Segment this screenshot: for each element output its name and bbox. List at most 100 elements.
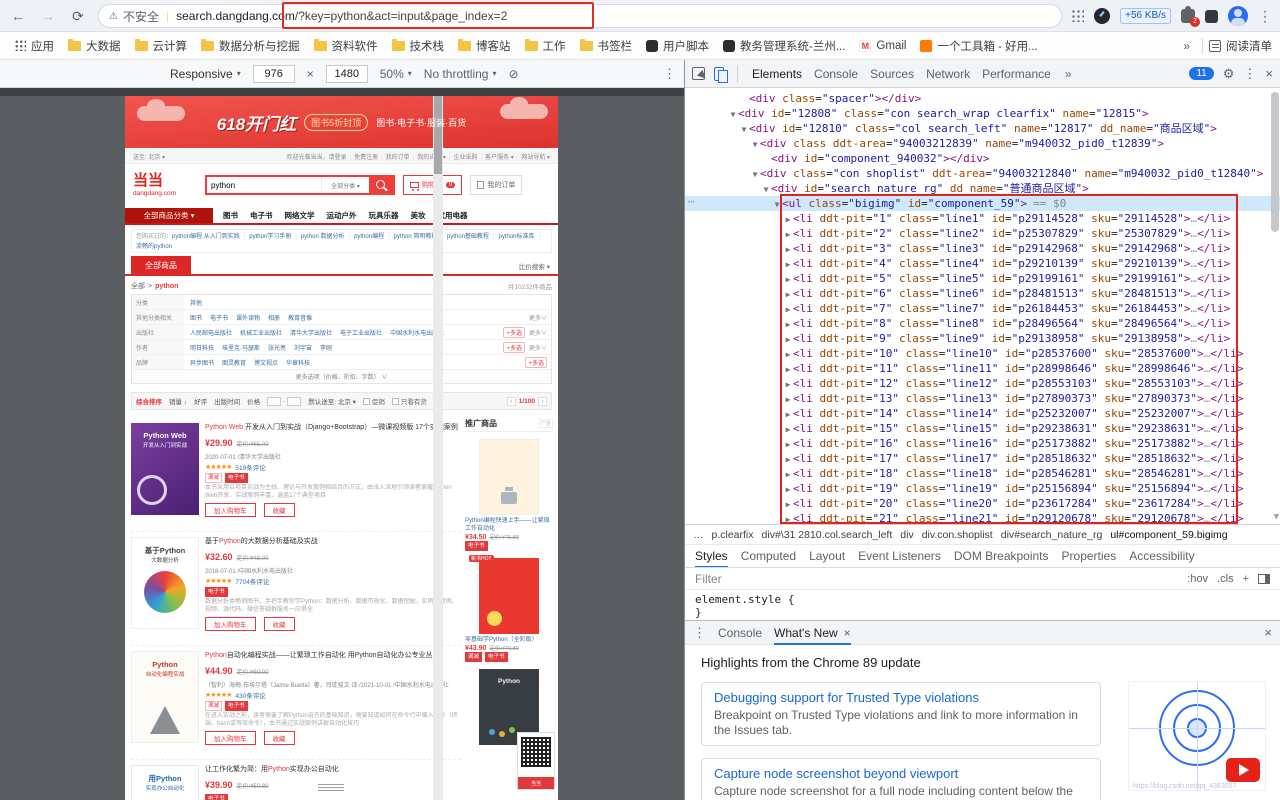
- sidebar-tab-styles[interactable]: Styles: [695, 544, 728, 568]
- dom-tree-node[interactable]: ▶<li ddt-pit="19" class="line19" id="p25…: [685, 481, 1280, 496]
- promoted-title-link[interactable]: Python编程快速上手——让繁琐工作自动化: [465, 517, 553, 533]
- history-link[interactable]: python编程: [349, 234, 385, 240]
- bookmark-item[interactable]: 用户脚本: [639, 35, 716, 57]
- location-selector[interactable]: 送至: 北京 ▾: [133, 152, 165, 161]
- nav-item[interactable]: 图书: [223, 210, 238, 221]
- qr-float-widget[interactable]: 当当: [517, 732, 555, 790]
- price-range-inputs[interactable]: -: [267, 397, 301, 406]
- expand-arrow[interactable]: ▼: [750, 167, 760, 182]
- multi-select-button[interactable]: +多选: [503, 342, 525, 353]
- extension-icon[interactable]: [1205, 10, 1218, 23]
- drawer-menu-icon[interactable]: ⋮: [693, 625, 706, 641]
- element-style-open[interactable]: element.style {: [695, 593, 1270, 606]
- multi-select-button[interactable]: +多选: [525, 357, 547, 368]
- bookmark-item[interactable]: 教务管理系统-兰州...: [716, 35, 852, 57]
- dom-tree-node[interactable]: ▶<li ddt-pit="7" class="line7" id="p2618…: [685, 301, 1280, 316]
- extensions-puzzle-icon[interactable]: 2: [1181, 9, 1195, 23]
- search-input[interactable]: [207, 177, 321, 193]
- issues-counter-badge[interactable]: 11: [1189, 67, 1213, 80]
- expand-arrow[interactable]: ▶: [783, 482, 793, 497]
- add-to-cart-button[interactable]: 加入购物车: [205, 503, 256, 517]
- address-bar[interactable]: ⚠ 不安全 | search.dangdang.com/?key=python&…: [98, 4, 1062, 28]
- product-title-link[interactable]: Python Web 开发从入门到实战（Django+Bootstrap）—微课…: [205, 423, 461, 432]
- expand-arrow[interactable]: ▼: [728, 107, 738, 122]
- dom-tree-node[interactable]: ▶<li ddt-pit="4" class="line4" id="p2921…: [685, 256, 1280, 271]
- class-toggle[interactable]: .cls: [1217, 573, 1234, 585]
- bookmark-item[interactable]: 大数据: [61, 35, 128, 57]
- security-chip[interactable]: 不安全: [123, 8, 159, 25]
- history-link[interactable]: python学习手册: [244, 234, 292, 240]
- expand-arrow[interactable]: ▶: [783, 257, 793, 272]
- utility-link[interactable]: 企业采购: [446, 152, 478, 161]
- bookmark-item[interactable]: 工作: [518, 35, 573, 57]
- search-button[interactable]: [369, 177, 393, 193]
- dom-tree-node[interactable]: ▶<li ddt-pit="8" class="line8" id="p2849…: [685, 316, 1280, 331]
- video-thumbnail[interactable]: https://blog.csdn.net/qq_4363657: [1128, 681, 1266, 791]
- promoted-item[interactable]: Python编程快速上手——让繁琐工作自动化¥34.50定价:¥75.80电子书: [465, 439, 553, 551]
- filter-option[interactable]: 人民邮电出版社: [190, 328, 232, 337]
- add-to-cart-button[interactable]: 加入购物车: [205, 617, 256, 631]
- filter-option[interactable]: 刘宇宙: [294, 343, 312, 352]
- more-panels-chevron[interactable]: »: [1065, 67, 1072, 81]
- expand-arrow[interactable]: ▼: [772, 197, 782, 212]
- filter-option[interactable]: 博文视点: [254, 358, 278, 367]
- expand-arrow[interactable]: ▶: [783, 287, 793, 302]
- device-type-select[interactable]: Responsive▾: [170, 67, 241, 81]
- dom-tree-node[interactable]: ▼<div id="12810" class="col search_left"…: [685, 121, 1280, 136]
- device-height-input[interactable]: 1480: [326, 65, 368, 83]
- filter-option[interactable]: 相册: [268, 313, 280, 322]
- promoted-cover[interactable]: [479, 558, 539, 634]
- panel-layout-icon[interactable]: [1258, 574, 1270, 584]
- comments-link[interactable]: 519条评论: [235, 462, 265, 472]
- expand-arrow[interactable]: ▶: [783, 512, 793, 524]
- favorite-button[interactable]: 收藏: [264, 617, 295, 631]
- bookmark-item[interactable]: 技术栈: [385, 35, 452, 57]
- resize-handle[interactable]: [318, 784, 344, 792]
- dom-tree-node[interactable]: ▶<li ddt-pit="5" class="line5" id="p2919…: [685, 271, 1280, 286]
- promo-banner[interactable]: 618开门红 图书5折封顶 图书·电子书·服装·百货: [125, 96, 558, 148]
- filter-footer-toggle[interactable]: 更多选项（价格、折扣、字数） ∨: [132, 370, 551, 383]
- sort-option[interactable]: 好评: [194, 396, 207, 406]
- sort-option[interactable]: 综合排序: [136, 396, 162, 406]
- dom-tree-node[interactable]: <div id="component_940032"></div>: [685, 151, 1280, 166]
- more-toggle[interactable]: 更多∨: [529, 313, 547, 322]
- expand-arrow[interactable]: ▶: [783, 452, 793, 467]
- filter-option[interactable]: 电子工业出版社: [340, 328, 382, 337]
- scrollbar-down-arrow[interactable]: ▼: [1274, 512, 1279, 522]
- multi-select-button[interactable]: +多选: [503, 327, 525, 338]
- filter-option[interactable]: 图书: [190, 313, 202, 322]
- dom-tree-node[interactable]: ▼<div id="12808" class="con search_wrap …: [685, 106, 1280, 121]
- dom-tree-node[interactable]: ▶<li ddt-pit="20" class="line20" id="p23…: [685, 496, 1280, 511]
- reload-button[interactable]: ⟳: [68, 7, 88, 25]
- network-speed-extension-icon[interactable]: [1094, 8, 1110, 24]
- device-toolbar-menu-icon[interactable]: ⋮: [663, 66, 676, 82]
- expand-arrow[interactable]: ▶: [783, 332, 793, 347]
- bookmark-item[interactable]: 云计算: [128, 35, 195, 57]
- history-link[interactable]: python标准库: [493, 234, 535, 240]
- elements-scrollbar[interactable]: [1271, 92, 1279, 232]
- dom-tree-node[interactable]: ▶<li ddt-pit="2" class="line2" id="p2530…: [685, 226, 1280, 241]
- dom-tree-node[interactable]: ▼<div class ddt-area="94003212839" name=…: [685, 136, 1280, 151]
- in-stock-checkbox[interactable]: 只看有货: [392, 396, 427, 406]
- product-title-link[interactable]: Python自动化编程实战——让繁琐工作自动化 用Python自动化办公专业丛书: [205, 651, 461, 660]
- filter-option[interactable]: 华章科技: [286, 358, 310, 367]
- nav-item[interactable]: 电子书: [250, 210, 273, 221]
- sidebar-tab-event-listeners[interactable]: Event Listeners: [858, 544, 941, 568]
- node-overflow-dots[interactable]: ⋯: [688, 194, 695, 209]
- page-scrollbar[interactable]: [433, 96, 443, 800]
- sort-option[interactable]: 价格: [247, 396, 260, 406]
- bookmark-item[interactable]: 一个工具箱 - 好用...: [913, 35, 1044, 57]
- expand-arrow[interactable]: ▶: [783, 242, 793, 257]
- orders-button[interactable]: 我的订单: [470, 175, 522, 195]
- dom-breadcrumb-item[interactable]: div.con.shoplist: [922, 529, 993, 541]
- sidebar-tab-accessibility[interactable]: Accessibility: [1129, 544, 1194, 568]
- bookmark-item[interactable]: 博客站: [451, 35, 518, 57]
- filter-option[interactable]: 课外读物: [236, 313, 260, 322]
- profile-avatar[interactable]: [1228, 6, 1248, 26]
- sort-option[interactable]: 销量 ↓: [169, 396, 187, 406]
- expand-arrow[interactable]: ▼: [750, 137, 760, 152]
- utility-link[interactable]: 免费注册: [347, 152, 379, 161]
- filter-option[interactable]: 李刚: [320, 343, 332, 352]
- devtools-close-icon[interactable]: ×: [1265, 66, 1273, 81]
- dom-breadcrumb-item[interactable]: div#\31 2810.col.search_left: [762, 529, 893, 541]
